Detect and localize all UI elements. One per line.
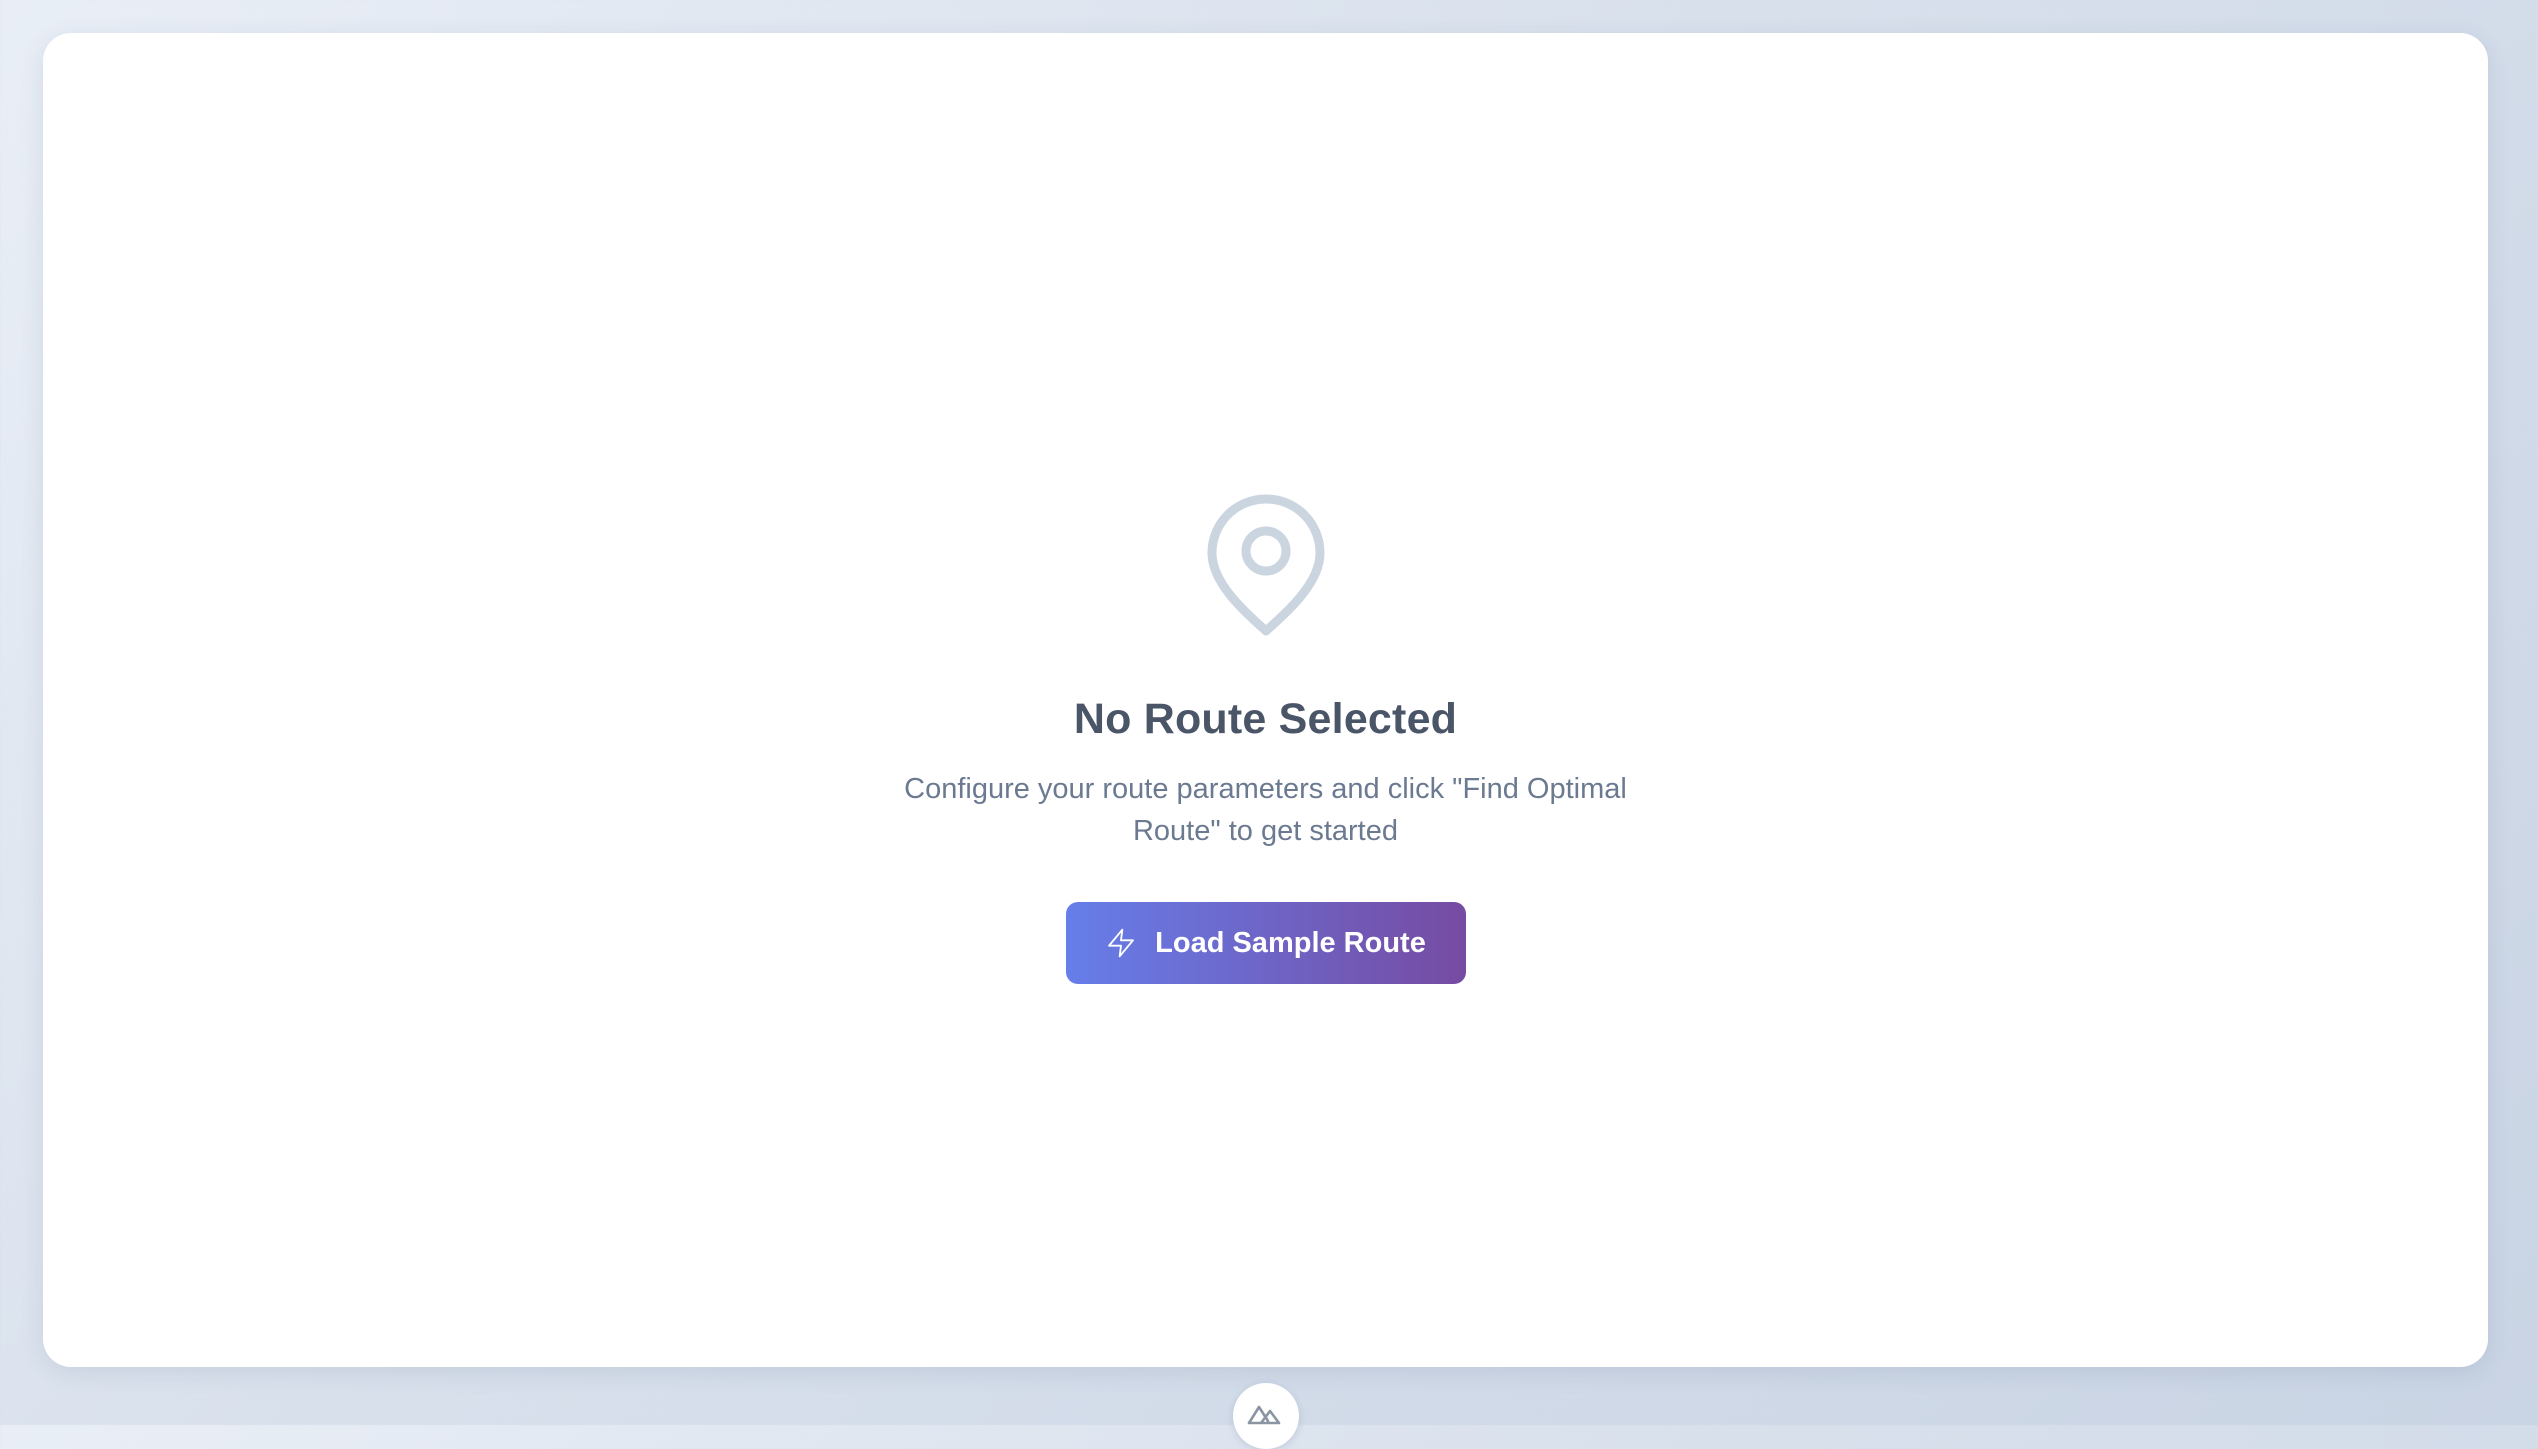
footer-logo-badge[interactable] — [1233, 1383, 1299, 1449]
map-pin-icon — [1207, 494, 1324, 636]
lightning-bolt-icon — [1108, 928, 1135, 958]
empty-state-description: Configure your route parameters and clic… — [904, 773, 1627, 847]
load-sample-route-label: Load Sample Route — [1155, 926, 1426, 959]
main-card: No Route Selected Configure your route p… — [43, 33, 2488, 1367]
empty-state-title: No Route Selected — [1073, 695, 1458, 743]
mountain-logo-icon — [1247, 1405, 1281, 1425]
empty-state: No Route Selected Configure your route p… — [43, 491, 2488, 984]
load-sample-route-button[interactable]: Load Sample Route — [1065, 902, 1466, 984]
